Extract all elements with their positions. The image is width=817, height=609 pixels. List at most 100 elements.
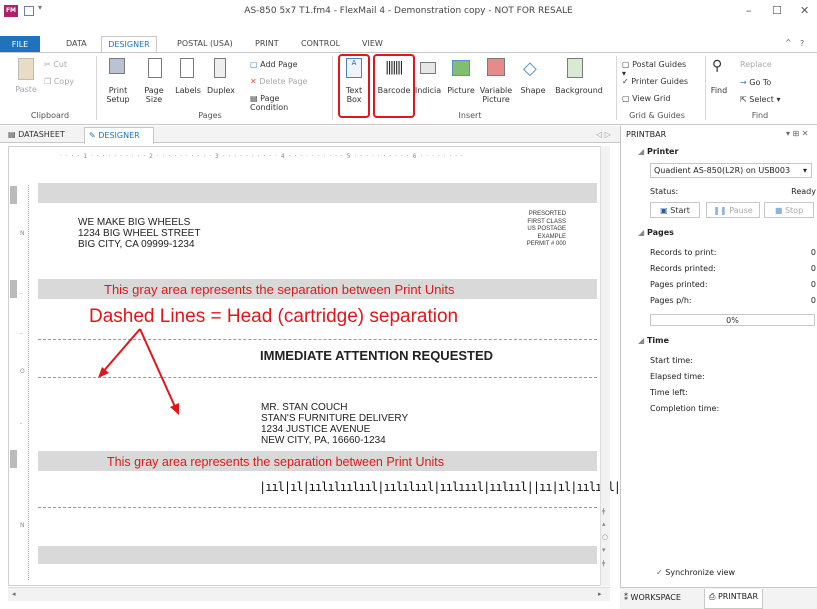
page-condition-button[interactable]: ▤ Page Condition [250,94,320,112]
pause-icon: ❚❚ [713,206,727,215]
delete-page-label: Delete Page [259,77,308,86]
variable-picture-button[interactable]: Variable Picture [478,86,514,104]
status-value: Ready [791,187,816,196]
recipient-line: MR. STAN COUCH [261,402,348,413]
sender-line: BIG CITY, CA 09999-1234 [78,239,195,250]
permit-line: PERMIT # 000 [526,241,566,247]
labels-icon [180,58,194,78]
printer-guides-label: Printer Guides [631,77,689,86]
close-button[interactable]: ✕ [800,4,809,17]
arrow-right-icon: → [740,78,747,87]
tab-scroll-arrows[interactable]: ◁ ▷ [596,130,611,139]
tab-printbar[interactable]: ⎙ PRINTBAR [704,589,764,609]
pause-button[interactable]: ❚❚ Pause [706,202,760,218]
permit-line: PRESORTED [528,211,566,217]
section-pages[interactable]: ◢ Pages [638,228,674,237]
paste-button[interactable]: Paste [12,85,40,94]
collapse-ribbon-icon[interactable]: ^ [785,38,792,47]
cut-button[interactable]: ✂ Cut [44,60,74,69]
panel-controls[interactable]: ▾ ⊞ ✕ [786,129,809,138]
permit-indicia[interactable]: PRESORTED FIRST CLASS US POSTAGE EXAMPLE… [500,211,566,249]
printer-select[interactable]: Quadient AS-850(L2R) on USB003 ▾ [650,163,812,178]
tab-designer[interactable]: DESIGNER [101,36,157,53]
pages-per-hour-value: 0 [810,296,816,305]
gray-area-note: This gray area represents the separation… [104,282,455,297]
scroll-left-arrow[interactable]: ◂ [12,590,16,598]
group-divider [616,56,617,120]
start-icon: ▣ [660,206,668,215]
attention-line[interactable]: IMMEDIATE ATTENTION REQUESTED [260,348,493,363]
records-printed-label: Records printed: [650,264,716,273]
paste-icon [18,58,34,80]
permit-line: FIRST CLASS [527,218,566,225]
tab-data[interactable]: DATA [66,39,87,52]
shape-icon: ◇ [523,58,537,79]
section-pages-label: Pages [646,228,674,237]
indicia-button[interactable]: Indicia [414,86,442,95]
print-setup-button[interactable]: Print Setup [104,86,132,104]
tab-control[interactable]: CONTROL [301,39,340,52]
tab-designer-doc[interactable]: ✎ DESIGNER [84,127,154,144]
stop-button[interactable]: ■ Stop [764,202,814,218]
ruler-marker[interactable] [10,186,17,204]
scroll-nav-icons[interactable]: ǂ ▴ ○ ▾ ǂ [602,505,608,570]
add-page-button[interactable]: ▢ Add Page [250,60,310,69]
records-printed-value: 0 [810,264,816,273]
go-to-label: Go To [749,78,772,87]
scroll-right-arrow[interactable]: ▸ [598,590,602,598]
ruler-marker[interactable] [10,450,17,468]
select-button[interactable]: ⇱ Select ▾ [740,95,800,104]
tab-workspace[interactable]: ⁑ WORKSPACE [624,593,681,602]
vertical-ruler [19,185,29,580]
tab-designer-doc-label: DESIGNER [98,131,140,140]
replace-button[interactable]: Replace [740,60,800,69]
synchronize-view-checkbox[interactable]: ✓ Synchronize view [656,568,735,577]
duplex-button[interactable]: Duplex [205,86,237,95]
find-button[interactable]: Find [708,86,730,95]
tab-postal-usa[interactable]: POSTAL (USA) [177,39,233,52]
background-button[interactable]: Background [554,86,604,95]
group-label-find: Find [751,111,769,120]
cut-label: Cut [53,60,68,69]
section-time-label: Time [646,336,669,345]
tab-print[interactable]: PRINT [255,39,279,52]
labels-button[interactable]: Labels [174,86,202,95]
shape-button[interactable]: Shape [516,86,550,95]
barcode-button[interactable]: Barcode [374,86,414,95]
tab-file[interactable]: FILE [0,36,40,53]
start-button[interactable]: ▣ Start [650,202,700,218]
delete-page-button[interactable]: ✕ Delete Page [250,77,310,86]
go-to-button[interactable]: → Go To [740,78,800,87]
picture-button[interactable]: Picture [446,86,476,95]
sender-address[interactable]: WE MAKE BIG WHEELS 1234 BIG WHEEL STREET… [78,217,200,250]
text-box-button[interactable]: Text Box [340,86,368,104]
printer-guides-checkbox[interactable]: ✓ Printer Guides [622,77,692,86]
panel-title: PRINTBAR [626,130,667,139]
maximize-button[interactable]: ☐ [772,4,782,17]
view-grid-checkbox[interactable]: ▢ View Grid [622,94,692,103]
help-button[interactable]: ? [800,39,804,48]
pages-per-hour-label: Pages p/h: [650,296,692,305]
view-grid-label: View Grid [632,94,671,103]
tab-datasheet[interactable]: ▤ DATASHEET [8,130,65,139]
printer-select-value: Quadient AS-850(L2R) on USB003 [654,166,791,175]
horizontal-scrollbar[interactable] [8,587,610,601]
postal-guides-label: Postal Guides [632,60,687,69]
print-unit-separator [38,546,597,564]
ruler-marker[interactable] [10,280,17,298]
time-left-label: Time left: [650,388,688,397]
ruler-v-tick: O [20,368,25,375]
pages-printed-value: 0 [810,280,816,289]
group-label-grid-guides: Grid & Guides [629,111,685,120]
section-printer[interactable]: ◢ Printer [638,147,678,156]
minimize-button[interactable]: – [746,4,752,17]
recipient-address[interactable]: MR. STAN COUCH STAN'S FURNITURE DELIVERY… [261,402,408,446]
duplex-icon [214,58,226,78]
page-size-button[interactable]: Page Size [140,86,168,104]
postal-barcode[interactable]: |ııl|ıl|ıılılıılııl|ıılılııl|ıılıııl|ııl… [259,480,646,494]
copy-button[interactable]: ❐ Copy [44,77,76,86]
section-time[interactable]: ◢ Time [638,336,669,345]
page-size-icon [148,58,162,78]
postal-guides-toggle[interactable]: ▢ Postal Guides ▾ [622,60,692,78]
tab-view[interactable]: VIEW [362,39,383,52]
